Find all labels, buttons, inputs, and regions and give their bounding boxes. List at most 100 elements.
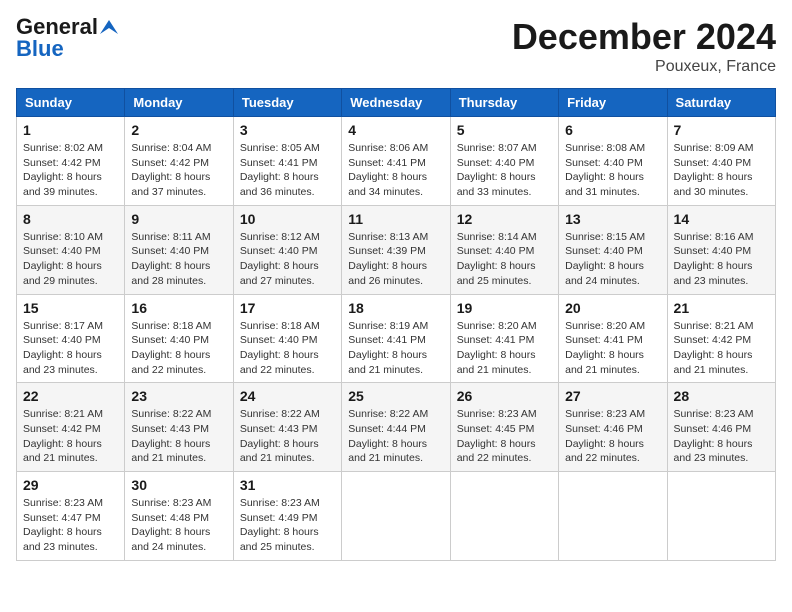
calendar-cell: 20Sunrise: 8:20 AMSunset: 4:41 PMDayligh… bbox=[559, 294, 667, 383]
cell-info: Sunrise: 8:04 AMSunset: 4:42 PMDaylight:… bbox=[131, 141, 226, 200]
cell-info: Sunrise: 8:18 AMSunset: 4:40 PMDaylight:… bbox=[131, 319, 226, 378]
day-number: 14 bbox=[674, 211, 769, 227]
cell-info: Sunrise: 8:16 AMSunset: 4:40 PMDaylight:… bbox=[674, 230, 769, 289]
day-number: 9 bbox=[131, 211, 226, 227]
cell-info: Sunrise: 8:23 AMSunset: 4:48 PMDaylight:… bbox=[131, 496, 226, 555]
day-number: 12 bbox=[457, 211, 552, 227]
calendar-table: Sunday Monday Tuesday Wednesday Thursday… bbox=[16, 88, 776, 561]
day-number: 10 bbox=[240, 211, 335, 227]
col-wednesday: Wednesday bbox=[342, 89, 450, 117]
day-number: 22 bbox=[23, 388, 118, 404]
cell-info: Sunrise: 8:12 AMSunset: 4:40 PMDaylight:… bbox=[240, 230, 335, 289]
cell-info: Sunrise: 8:21 AMSunset: 4:42 PMDaylight:… bbox=[23, 407, 118, 466]
cell-info: Sunrise: 8:09 AMSunset: 4:40 PMDaylight:… bbox=[674, 141, 769, 200]
calendar-week-row-1: 1 Sunrise: 8:02 AMSunset: 4:42 PMDaylight… bbox=[17, 117, 776, 206]
calendar-cell: 7 Sunrise: 8:09 AMSunset: 4:40 PMDaylight… bbox=[667, 117, 775, 206]
calendar-cell: 8Sunrise: 8:10 AMSunset: 4:40 PMDaylight… bbox=[17, 205, 125, 294]
calendar-cell: 29 Sunrise: 8:23 AMSunset: 4:47 PMDayligh… bbox=[17, 472, 125, 561]
calendar-cell: 28 Sunrise: 8:23 AMSunset: 4:46 PMDayligh… bbox=[667, 383, 775, 472]
col-sunday: Sunday bbox=[17, 89, 125, 117]
cell-info: Sunrise: 8:20 AMSunset: 4:41 PMDaylight:… bbox=[457, 319, 552, 378]
cell-info: Sunrise: 8:05 AMSunset: 4:41 PMDaylight:… bbox=[240, 141, 335, 200]
calendar-cell bbox=[342, 472, 450, 561]
cell-info: Sunrise: 8:23 AMSunset: 4:47 PMDaylight:… bbox=[23, 496, 118, 555]
cell-info: Sunrise: 8:21 AMSunset: 4:42 PMDaylight:… bbox=[674, 319, 769, 378]
day-number: 23 bbox=[131, 388, 226, 404]
calendar-cell: 4Sunrise: 8:06 AMSunset: 4:41 PMDaylight… bbox=[342, 117, 450, 206]
cell-info: Sunrise: 8:10 AMSunset: 4:40 PMDaylight:… bbox=[23, 230, 118, 289]
calendar-cell: 3 Sunrise: 8:05 AMSunset: 4:41 PMDaylight… bbox=[233, 117, 341, 206]
cell-info: Sunrise: 8:08 AMSunset: 4:40 PMDaylight:… bbox=[565, 141, 660, 200]
day-number: 27 bbox=[565, 388, 660, 404]
cell-info: Sunrise: 8:13 AMSunset: 4:39 PMDaylight:… bbox=[348, 230, 443, 289]
cell-info: Sunrise: 8:06 AMSunset: 4:41 PMDaylight:… bbox=[348, 141, 443, 200]
calendar-cell: 1 Sunrise: 8:02 AMSunset: 4:42 PMDaylight… bbox=[17, 117, 125, 206]
calendar-cell: 10 Sunrise: 8:12 AMSunset: 4:40 PMDayligh… bbox=[233, 205, 341, 294]
col-saturday: Saturday bbox=[667, 89, 775, 117]
calendar-cell: 14 Sunrise: 8:16 AMSunset: 4:40 PMDayligh… bbox=[667, 205, 775, 294]
calendar-week-row-4: 22 Sunrise: 8:21 AMSunset: 4:42 PMDayligh… bbox=[17, 383, 776, 472]
cell-info: Sunrise: 8:23 AMSunset: 4:46 PMDaylight:… bbox=[565, 407, 660, 466]
day-number: 3 bbox=[240, 122, 335, 138]
calendar-cell: 17 Sunrise: 8:18 AMSunset: 4:40 PMDayligh… bbox=[233, 294, 341, 383]
calendar-cell: 2 Sunrise: 8:04 AMSunset: 4:42 PMDaylight… bbox=[125, 117, 233, 206]
month-title: December 2024 bbox=[512, 16, 776, 58]
calendar-cell: 27 Sunrise: 8:23 AMSunset: 4:46 PMDayligh… bbox=[559, 383, 667, 472]
calendar-cell: 16 Sunrise: 8:18 AMSunset: 4:40 PMDayligh… bbox=[125, 294, 233, 383]
cell-info: Sunrise: 8:14 AMSunset: 4:40 PMDaylight:… bbox=[457, 230, 552, 289]
logo-blue-text: Blue bbox=[16, 36, 64, 61]
col-tuesday: Tuesday bbox=[233, 89, 341, 117]
col-monday: Monday bbox=[125, 89, 233, 117]
day-number: 20 bbox=[565, 300, 660, 316]
day-number: 2 bbox=[131, 122, 226, 138]
day-number: 26 bbox=[457, 388, 552, 404]
calendar-week-row-5: 29 Sunrise: 8:23 AMSunset: 4:47 PMDayligh… bbox=[17, 472, 776, 561]
calendar-cell: 11 Sunrise: 8:13 AMSunset: 4:39 PMDayligh… bbox=[342, 205, 450, 294]
day-number: 7 bbox=[674, 122, 769, 138]
day-number: 18 bbox=[348, 300, 443, 316]
day-number: 15 bbox=[23, 300, 118, 316]
day-number: 30 bbox=[131, 477, 226, 493]
day-number: 11 bbox=[348, 211, 443, 227]
calendar-week-row-2: 8Sunrise: 8:10 AMSunset: 4:40 PMDaylight… bbox=[17, 205, 776, 294]
day-number: 16 bbox=[131, 300, 226, 316]
calendar-cell: 31Sunrise: 8:23 AMSunset: 4:49 PMDayligh… bbox=[233, 472, 341, 561]
calendar-cell: 23 Sunrise: 8:22 AMSunset: 4:43 PMDayligh… bbox=[125, 383, 233, 472]
day-number: 29 bbox=[23, 477, 118, 493]
calendar-cell: 24 Sunrise: 8:22 AMSunset: 4:43 PMDayligh… bbox=[233, 383, 341, 472]
day-number: 19 bbox=[457, 300, 552, 316]
calendar-cell bbox=[559, 472, 667, 561]
calendar-cell: 6 Sunrise: 8:08 AMSunset: 4:40 PMDaylight… bbox=[559, 117, 667, 206]
cell-info: Sunrise: 8:22 AMSunset: 4:43 PMDaylight:… bbox=[131, 407, 226, 466]
title-block: December 2024 Pouxeux, France bbox=[512, 16, 776, 76]
day-number: 21 bbox=[674, 300, 769, 316]
calendar-cell: 5 Sunrise: 8:07 AMSunset: 4:40 PMDaylight… bbox=[450, 117, 558, 206]
logo-bird-icon bbox=[100, 20, 118, 34]
cell-info: Sunrise: 8:23 AMSunset: 4:45 PMDaylight:… bbox=[457, 407, 552, 466]
cell-info: Sunrise: 8:23 AMSunset: 4:49 PMDaylight:… bbox=[240, 496, 335, 555]
cell-info: Sunrise: 8:15 AMSunset: 4:40 PMDaylight:… bbox=[565, 230, 660, 289]
calendar-cell: 19 Sunrise: 8:20 AMSunset: 4:41 PMDayligh… bbox=[450, 294, 558, 383]
cell-info: Sunrise: 8:07 AMSunset: 4:40 PMDaylight:… bbox=[457, 141, 552, 200]
cell-info: Sunrise: 8:11 AMSunset: 4:40 PMDaylight:… bbox=[131, 230, 226, 289]
calendar-cell: 22 Sunrise: 8:21 AMSunset: 4:42 PMDayligh… bbox=[17, 383, 125, 472]
day-number: 1 bbox=[23, 122, 118, 138]
cell-info: Sunrise: 8:02 AMSunset: 4:42 PMDaylight:… bbox=[23, 141, 118, 200]
cell-info: Sunrise: 8:23 AMSunset: 4:46 PMDaylight:… bbox=[674, 407, 769, 466]
day-number: 6 bbox=[565, 122, 660, 138]
cell-info: Sunrise: 8:19 AMSunset: 4:41 PMDaylight:… bbox=[348, 319, 443, 378]
col-friday: Friday bbox=[559, 89, 667, 117]
day-number: 17 bbox=[240, 300, 335, 316]
calendar-cell bbox=[450, 472, 558, 561]
cell-info: Sunrise: 8:17 AMSunset: 4:40 PMDaylight:… bbox=[23, 319, 118, 378]
cell-info: Sunrise: 8:22 AMSunset: 4:43 PMDaylight:… bbox=[240, 407, 335, 466]
logo: General Blue bbox=[16, 16, 118, 61]
calendar-cell: 21 Sunrise: 8:21 AMSunset: 4:42 PMDayligh… bbox=[667, 294, 775, 383]
cell-info: Sunrise: 8:18 AMSunset: 4:40 PMDaylight:… bbox=[240, 319, 335, 378]
calendar-cell: 9 Sunrise: 8:11 AMSunset: 4:40 PMDaylight… bbox=[125, 205, 233, 294]
calendar-header-row: Sunday Monday Tuesday Wednesday Thursday… bbox=[17, 89, 776, 117]
day-number: 28 bbox=[674, 388, 769, 404]
day-number: 24 bbox=[240, 388, 335, 404]
day-number: 5 bbox=[457, 122, 552, 138]
calendar-cell: 26 Sunrise: 8:23 AMSunset: 4:45 PMDayligh… bbox=[450, 383, 558, 472]
